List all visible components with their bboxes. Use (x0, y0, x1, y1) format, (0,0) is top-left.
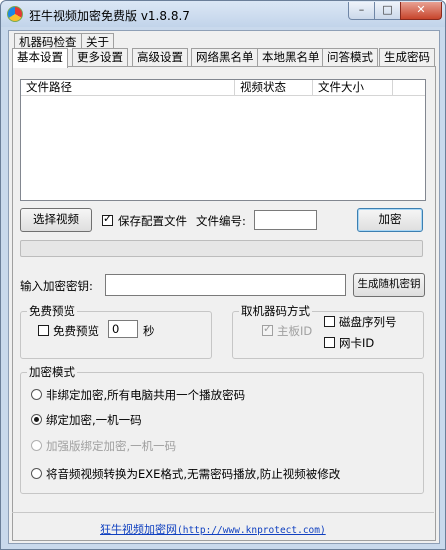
file-number-label: 文件编号: (196, 214, 246, 228)
tab-more-settings[interactable]: 更多设置 (72, 48, 128, 66)
file-list[interactable]: 文件路径 视频状态 文件大小 (20, 79, 426, 201)
window-title: 狂牛视频加密免费版 v1.8.8.7 (29, 9, 190, 23)
column-file-path[interactable]: 文件路径 (21, 80, 235, 95)
save-config-label: 保存配置文件 (118, 214, 187, 228)
encryption-key-input[interactable] (105, 274, 346, 296)
mode-exe-convert-radio[interactable] (31, 468, 42, 479)
mainboard-id-checkbox[interactable] (262, 322, 273, 336)
encrypt-button[interactable]: 加密 (357, 208, 423, 232)
mode-unbound-label: 非绑定加密,所有电脑共用一个播放密码 (46, 388, 246, 402)
minimize-button[interactable]: – (348, 2, 375, 20)
mode-enhanced-bound-radio[interactable] (31, 440, 42, 451)
machine-code-group-title: 取机器码方式 (239, 304, 312, 318)
close-button[interactable]: ✕ (400, 2, 442, 20)
tab-advanced-settings[interactable]: 高级设置 (132, 48, 188, 66)
maximize-button[interactable]: □ (374, 2, 401, 20)
free-preview-label: 免费预览 (53, 324, 99, 338)
column-file-size[interactable]: 文件大小 (313, 80, 393, 95)
column-video-status[interactable]: 视频状态 (235, 80, 313, 95)
nic-id-label: 网卡ID (339, 336, 375, 350)
file-number-input[interactable] (254, 210, 317, 230)
website-link[interactable]: 狂牛视频加密网(http://www.knprotect.com) (100, 521, 326, 537)
disk-serial-checkbox[interactable] (324, 316, 335, 327)
disk-serial-label: 磁盘序列号 (339, 315, 397, 329)
save-config-checkbox[interactable] (102, 212, 113, 226)
nic-id-checkbox[interactable] (324, 337, 335, 348)
mode-unbound-radio[interactable] (31, 389, 42, 400)
title-bar[interactable]: 狂牛视频加密免费版 v1.8.8.7 – □ ✕ (1, 1, 445, 27)
tab-qa-mode[interactable]: 问答模式 (322, 48, 378, 66)
mode-exe-convert-label: 将音频视频转换为EXE格式,无需密码播放,防止视频被修改 (46, 467, 341, 481)
tab-basic-settings[interactable]: 基本设置 (12, 48, 68, 68)
website-url: (http://www.knprotect.com) (177, 525, 326, 536)
app-logo-icon (7, 6, 23, 22)
encryption-key-label: 输入加密密钥: (20, 279, 93, 293)
mode-enhanced-bound-label: 加强版绑定加密,一机一码 (46, 439, 177, 453)
website-link-text: 狂牛视频加密网 (100, 523, 177, 536)
generate-random-key-button[interactable]: 生成随机密钥 (353, 273, 425, 297)
seconds-unit-label: 秒 (143, 324, 155, 338)
tab-generate-password[interactable]: 生成密码 (379, 48, 435, 66)
preview-seconds-input[interactable]: 0 (108, 320, 138, 338)
footer-divider (12, 512, 434, 513)
file-list-header: 文件路径 视频状态 文件大小 (21, 80, 425, 96)
mode-bound-label: 绑定加密,一机一码 (46, 413, 142, 427)
mode-bound-radio[interactable] (31, 414, 42, 425)
encryption-mode-group-title: 加密模式 (27, 365, 77, 379)
tab-network-blacklist[interactable]: 网络黑名单 (191, 48, 259, 66)
free-preview-checkbox[interactable] (38, 325, 49, 336)
progress-bar (20, 240, 423, 257)
tab-local-blacklist[interactable]: 本地黑名单 (257, 48, 325, 66)
mainboard-id-label: 主板ID (277, 324, 313, 338)
free-preview-group-title: 免费预览 (27, 304, 77, 318)
select-video-button[interactable]: 选择视频 (20, 208, 92, 232)
